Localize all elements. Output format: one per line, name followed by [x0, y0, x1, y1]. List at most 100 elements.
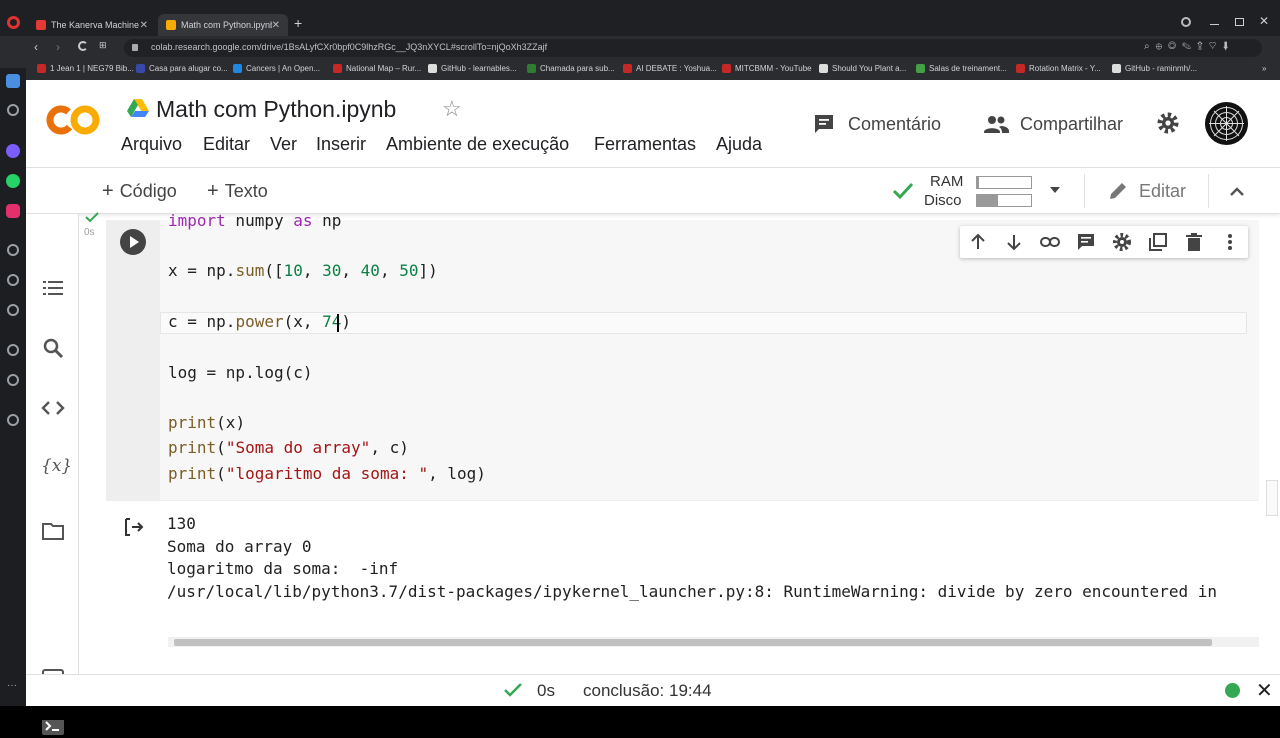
opera-logo[interactable]	[7, 16, 20, 29]
code-line[interactable]: print("logaritmo da soma: ", log)	[168, 464, 486, 483]
notebook-title[interactable]: Math com Python.ipynb	[156, 96, 396, 123]
sidebar-icon[interactable]	[7, 244, 19, 256]
scrollbar-thumb[interactable]	[174, 639, 1212, 646]
add-text-label: Texto	[224, 181, 268, 201]
mirror-cell-icon[interactable]	[1148, 232, 1168, 252]
folder-icon[interactable]	[41, 519, 65, 543]
colab-logo[interactable]	[46, 102, 102, 138]
bookmark-item[interactable]: AI DEBATE : Yoshua...	[623, 64, 717, 73]
link-icon[interactable]	[1040, 232, 1060, 252]
sidebar-icon[interactable]	[7, 274, 19, 286]
code-snippets-icon[interactable]	[41, 396, 65, 420]
bookmarks-bar: 1 Jean 1 | NEG79 Bib... Casa para alugar …	[0, 60, 1280, 80]
menu-ambiente[interactable]: Ambiente de execução	[386, 134, 569, 155]
search-icon[interactable]	[41, 336, 65, 360]
bookmark-item[interactable]: GitHub - learnables...	[428, 64, 517, 73]
code-cell[interactable]: 0s import numpy as np x = np.sum([10, 30…	[84, 211, 1259, 648]
bookmark-item[interactable]: Chamada para sub...	[527, 64, 615, 73]
menu-arquivo[interactable]: Arquivo	[121, 134, 182, 155]
close-status-icon[interactable]: ✕	[1256, 678, 1273, 703]
sidebar-icon[interactable]	[7, 104, 19, 116]
bookmark-favicon-icon	[527, 64, 536, 73]
restore-icon[interactable]	[1235, 18, 1244, 26]
tab-colab[interactable]: Math com Python.ipynb ✕	[158, 14, 288, 36]
code-line[interactable]: print(x)	[168, 413, 245, 432]
speed-dial-icon[interactable]: ⊞	[99, 40, 107, 51]
back-icon[interactable]: ‹	[34, 40, 38, 54]
colab-favicon	[166, 20, 176, 30]
output-actions-icon[interactable]	[124, 517, 146, 537]
instagram-icon[interactable]	[6, 204, 20, 218]
dropdown-arrow-icon[interactable]	[1050, 187, 1060, 193]
more-options-icon[interactable]	[1220, 232, 1240, 252]
forward-icon[interactable]: ›	[56, 40, 60, 54]
whatsapp-icon[interactable]	[6, 174, 20, 188]
avatar[interactable]	[1205, 102, 1248, 145]
tab-kanerva[interactable]: The Kanerva Machine - Yo ✕	[28, 14, 156, 36]
move-down-icon[interactable]	[1004, 232, 1024, 252]
code-token: import	[168, 211, 226, 230]
code-line[interactable]: print("Soma do array", c)	[168, 438, 409, 457]
code-line[interactable]: import numpy as np	[168, 211, 341, 230]
edit-button[interactable]: Editar	[1107, 180, 1186, 202]
close-window-icon[interactable]: ✕	[1259, 14, 1269, 28]
bookmarks-more-icon[interactable]: »	[1262, 64, 1266, 73]
code-line[interactable]: x = np.sum([10, 30, 40, 50])	[168, 261, 438, 280]
add-code-button[interactable]: + Código	[102, 180, 177, 203]
opera-home-icon[interactable]	[6, 74, 20, 88]
output-line: 130	[167, 514, 196, 533]
table-of-contents-icon[interactable]	[41, 276, 65, 300]
more-icon[interactable]: ···	[7, 680, 17, 691]
delete-icon[interactable]	[1184, 232, 1204, 252]
bookmark-item[interactable]: National Map – Rur...	[333, 64, 421, 73]
messenger-icon[interactable]	[6, 144, 20, 158]
collapse-header-icon[interactable]	[1229, 185, 1245, 197]
bookmark-item[interactable]: MITCBMM - YouTube	[722, 64, 812, 73]
bookmark-item[interactable]: Rotation Matrix - Y...	[1016, 64, 1101, 73]
menu-editar[interactable]: Editar	[203, 134, 250, 155]
pencil-icon	[1110, 183, 1126, 199]
close-tab-icon[interactable]: ✕	[140, 20, 148, 31]
bookmark-item[interactable]: Should You Plant a...	[819, 64, 906, 73]
bookmark-item[interactable]: GitHub - raminmh/...	[1112, 64, 1197, 73]
bookmark-item[interactable]: Cancers | An Open...	[233, 64, 320, 73]
share-button[interactable]: Compartilhar	[983, 112, 1123, 136]
settings-gear-icon[interactable]	[1156, 111, 1180, 135]
sidebar-icon[interactable]	[7, 374, 19, 386]
variables-icon[interactable]: {x}	[41, 456, 72, 480]
vertical-scrollbar-thumb[interactable]	[1266, 480, 1278, 516]
menu-ajuda[interactable]: Ajuda	[716, 134, 762, 155]
move-up-icon[interactable]	[968, 232, 988, 252]
comment-button[interactable]: Comentário	[812, 112, 941, 136]
menu-ferramentas[interactable]: Ferramentas	[594, 134, 696, 155]
reload-icon[interactable]	[78, 41, 88, 51]
url-bar[interactable]: colab.research.google.com/drive/1BsALyfC…	[124, 39, 1262, 57]
search-tabs-icon[interactable]	[1181, 17, 1191, 27]
run-cell-button[interactable]	[119, 228, 147, 256]
drive-icon[interactable]	[127, 98, 149, 118]
new-tab-button[interactable]: +	[294, 15, 302, 31]
output-line: /usr/local/lib/python3.7/dist-packages/i…	[167, 582, 1217, 601]
resources-indicator[interactable]: RAM Disco	[892, 172, 1062, 210]
code-token: 30	[322, 261, 342, 280]
menu-inserir[interactable]: Inserir	[316, 134, 366, 155]
bookmark-item[interactable]: 1 Jean 1 | NEG79 Bib...	[37, 64, 134, 73]
sidebar-icon[interactable]	[7, 304, 19, 316]
menu-ver[interactable]: Ver	[270, 134, 297, 155]
star-icon[interactable]: ☆	[442, 96, 462, 122]
bookmark-item[interactable]: Salas de treinament...	[916, 64, 1007, 73]
code-line[interactable]: log = np.log(c)	[168, 363, 313, 382]
add-text-button[interactable]: + Texto	[207, 180, 268, 203]
minimize-icon[interactable]	[1210, 24, 1219, 25]
gear-icon[interactable]	[1112, 232, 1132, 252]
bookmark-item[interactable]: Casa para alugar co...	[136, 64, 228, 73]
bookmark-favicon-icon	[1016, 64, 1025, 73]
comment-icon[interactable]	[1076, 232, 1096, 252]
sidebar-icon[interactable]	[7, 344, 19, 356]
close-tab-icon[interactable]: ✕	[272, 20, 280, 31]
bookmark-label: MITCBMM - YouTube	[735, 64, 812, 73]
code-line[interactable]: c = np.power(x, 74)	[168, 312, 351, 331]
horizontal-scrollbar[interactable]	[168, 637, 1259, 647]
sidebar-icon[interactable]	[7, 414, 19, 426]
code-token: "logaritmo da soma: "	[225, 464, 429, 483]
